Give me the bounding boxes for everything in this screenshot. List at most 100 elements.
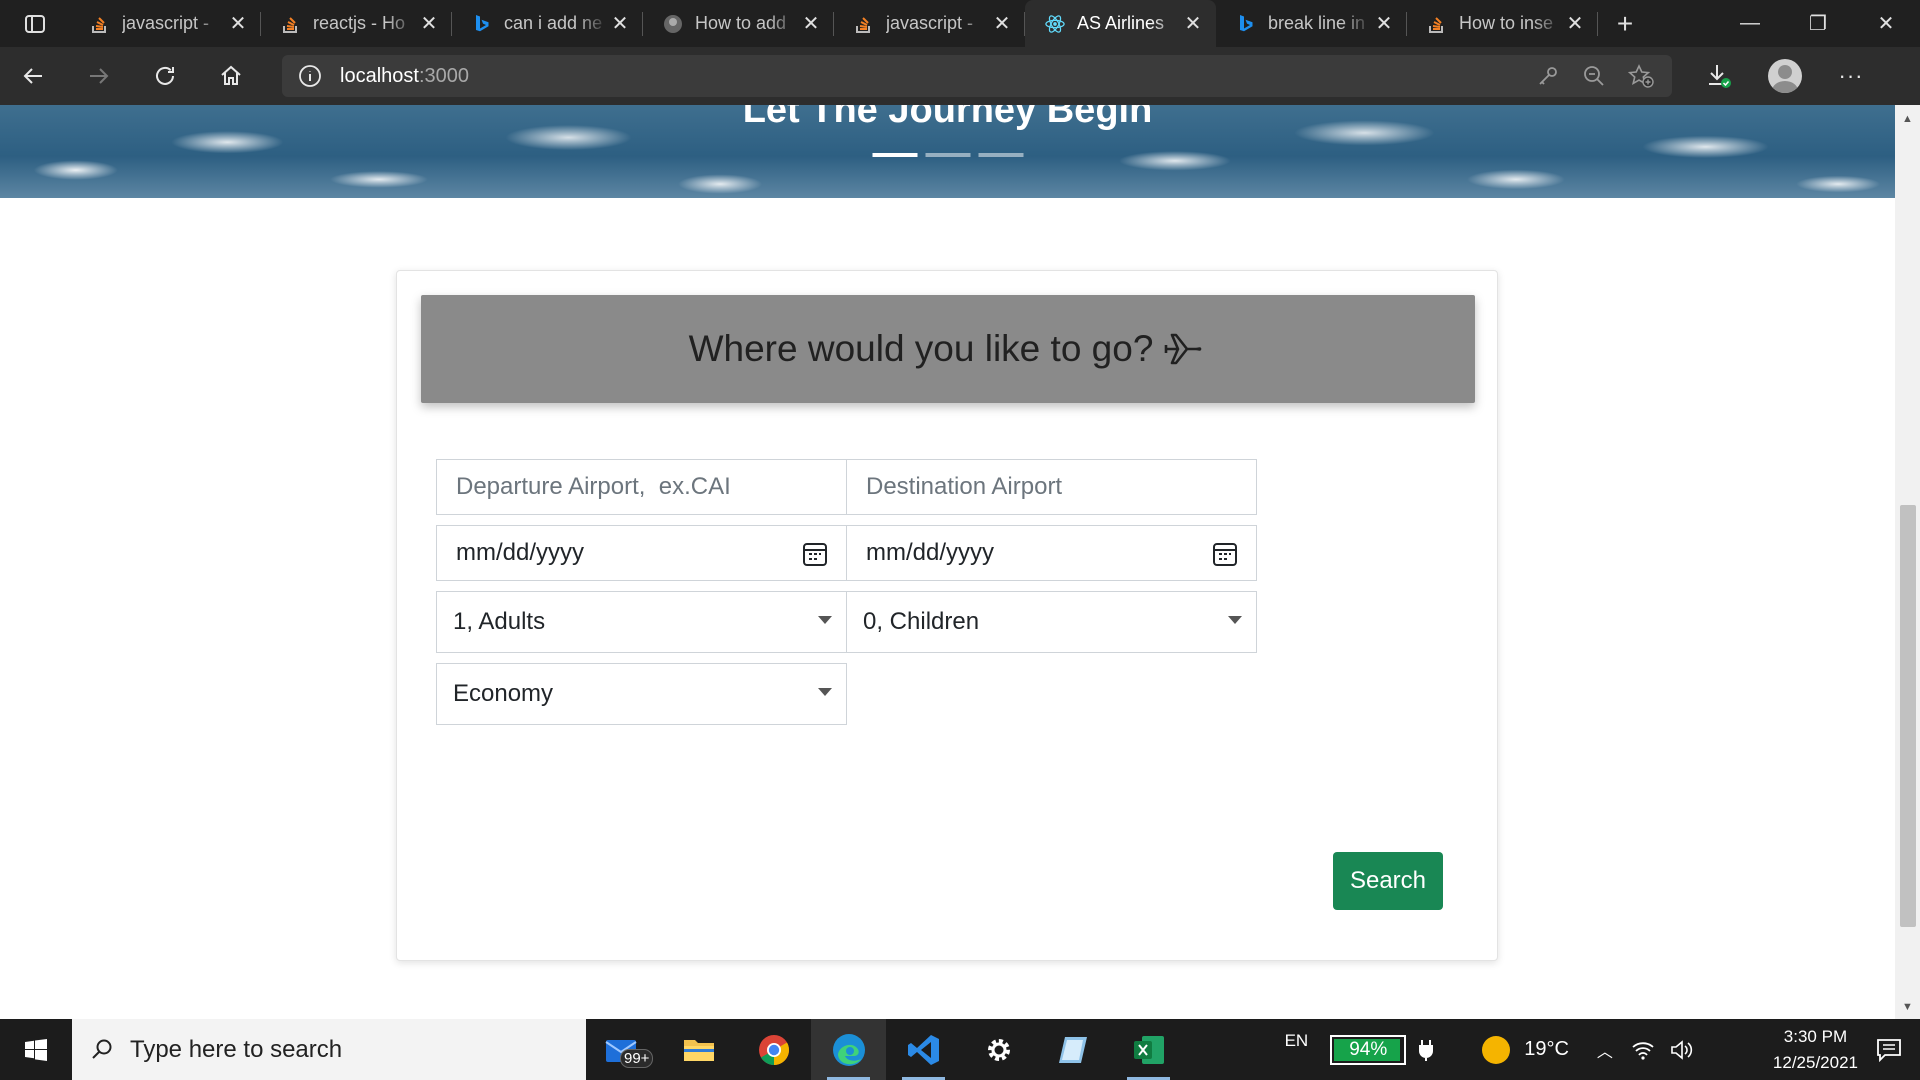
address-bar[interactable]: localhost:3000: [282, 55, 1672, 97]
scroll-up-icon[interactable]: ▲: [1895, 109, 1920, 129]
browser-tab[interactable]: javascript - ✕: [834, 0, 1025, 47]
carousel-indicators: [872, 153, 1023, 157]
departure-airport-input[interactable]: [456, 473, 846, 501]
browser-tab[interactable]: can i add ne ✕: [452, 0, 643, 47]
system-clock[interactable]: 3:30 PM 12/25/2021: [1773, 1024, 1858, 1076]
children-select[interactable]: 0, Children: [846, 591, 1257, 653]
refresh-button[interactable]: [132, 47, 198, 105]
scrollbar-thumb[interactable]: [1900, 505, 1916, 927]
calendar-icon[interactable]: [802, 541, 828, 574]
tab-title: reactjs - Ho: [313, 13, 406, 33]
booking-heading: Where would you like to go?: [688, 328, 1154, 369]
browser-tab[interactable]: How to inse ✕: [1407, 0, 1598, 47]
notification-center-button[interactable]: [1858, 1038, 1920, 1062]
calendar-icon[interactable]: [1212, 541, 1238, 574]
downloads-button[interactable]: [1686, 47, 1752, 105]
carousel-indicator[interactable]: [925, 153, 970, 157]
browser-tab[interactable]: break line in ✕: [1216, 0, 1407, 47]
settings-more-button[interactable]: ···: [1818, 47, 1884, 105]
new-tab-button[interactable]: +: [1598, 0, 1652, 47]
windows-logo-icon: [25, 1038, 47, 1061]
adults-select[interactable]: 1, Adults: [436, 591, 847, 653]
zoom-out-icon[interactable]: [1582, 64, 1606, 88]
departure-date-field[interactable]: mm/dd/yyyy: [436, 525, 847, 581]
destination-airport-field[interactable]: [846, 459, 1257, 515]
close-window-button[interactable]: ✕: [1852, 0, 1920, 47]
close-tab-icon[interactable]: ✕: [1373, 11, 1395, 36]
departure-date-input[interactable]: mm/dd/yyyy: [456, 539, 584, 567]
browser-tab[interactable]: reactjs - Ho ✕: [261, 0, 452, 47]
carousel-indicator[interactable]: [978, 153, 1023, 157]
chevron-up-icon[interactable]: ︿: [1597, 1038, 1613, 1062]
address-url[interactable]: localhost:3000: [340, 65, 469, 88]
restore-button[interactable]: ❐: [1784, 0, 1852, 47]
search-button[interactable]: Search: [1333, 852, 1443, 910]
battery-indicator[interactable]: 94%: [1330, 1034, 1407, 1065]
cabin-class-select[interactable]: Economy: [436, 663, 847, 725]
excel-icon: [1133, 1035, 1164, 1064]
notes-icon: [1058, 1036, 1087, 1063]
vscode-icon: [907, 1034, 939, 1065]
weather-temperature[interactable]: 19°C: [1524, 1038, 1569, 1061]
language-indicator[interactable]: EN: [1285, 1031, 1309, 1051]
home-button[interactable]: [198, 47, 264, 105]
browser-tab-strip: javascript - ✕ reactjs - Ho ✕ can i add …: [0, 0, 1920, 47]
close-tab-icon[interactable]: ✕: [800, 11, 822, 36]
edge-button[interactable]: [811, 1019, 886, 1080]
download-icon: [1709, 65, 1731, 88]
close-tab-icon[interactable]: ✕: [1564, 11, 1586, 36]
close-tab-icon[interactable]: ✕: [1182, 11, 1204, 36]
react-icon: [1045, 14, 1065, 34]
tab-title: break line in: [1268, 13, 1366, 33]
browser-tab[interactable]: javascript - ✕: [70, 0, 261, 47]
hero-carousel: Let The Journey Begin: [0, 105, 1895, 198]
browser-tab-active[interactable]: AS Airlines ✕: [1025, 0, 1216, 47]
browser-tab[interactable]: How to add ✕: [643, 0, 834, 47]
scroll-down-icon[interactable]: ▼: [1895, 997, 1920, 1017]
close-tab-icon[interactable]: ✕: [227, 11, 249, 36]
settings-app-button[interactable]: [961, 1019, 1036, 1080]
volume-icon[interactable]: [1669, 1039, 1693, 1061]
forward-arrow-icon: [90, 68, 109, 84]
vscode-button[interactable]: [886, 1019, 961, 1080]
page-scrollbar[interactable]: ▲ ▼: [1895, 105, 1920, 1019]
weather-sun-icon[interactable]: [1482, 1035, 1511, 1064]
departure-airport-field[interactable]: [436, 459, 847, 515]
tab-title: javascript -: [886, 13, 974, 33]
add-favorite-icon[interactable]: [1628, 64, 1654, 88]
stackoverflow-icon: [854, 14, 874, 34]
minimize-button[interactable]: —: [1716, 0, 1784, 47]
chevron-down-icon: [1228, 616, 1242, 624]
forward-button[interactable]: [66, 47, 132, 105]
battery-percent: 94%: [1349, 1038, 1388, 1060]
mail-app-button[interactable]: 99+: [586, 1019, 661, 1080]
excel-button[interactable]: [1111, 1019, 1186, 1080]
close-tab-icon[interactable]: ✕: [609, 11, 631, 36]
profile-button[interactable]: [1752, 47, 1818, 105]
start-button[interactable]: [0, 1019, 72, 1080]
notes-app-button[interactable]: [1036, 1019, 1111, 1080]
file-explorer-button[interactable]: [661, 1019, 736, 1080]
cabin-class-select-value: Economy: [453, 680, 554, 707]
taskbar-search-box[interactable]: Type here to search: [72, 1019, 586, 1080]
address-host: localhost: [340, 64, 419, 87]
close-tab-icon[interactable]: ✕: [991, 11, 1013, 36]
clock-time: 3:30 PM: [1783, 1026, 1848, 1046]
info-icon[interactable]: [298, 64, 322, 88]
window-controls: — ❐ ✕: [1716, 0, 1920, 47]
chrome-button[interactable]: [736, 1019, 811, 1080]
carousel-indicator[interactable]: [872, 153, 917, 157]
key-icon[interactable]: [1536, 64, 1560, 88]
system-tray: EN 94% 19°C ︿ 3:30 PM 12/25/2021: [1285, 1019, 1920, 1080]
tab-actions-icon: [25, 14, 45, 33]
taskbar-search-placeholder: Type here to search: [130, 1035, 343, 1063]
close-tab-icon[interactable]: ✕: [418, 11, 440, 36]
back-button[interactable]: [0, 47, 66, 105]
page-viewport: Let The Journey Begin Where would you li…: [0, 105, 1895, 1019]
return-date-input[interactable]: mm/dd/yyyy: [866, 539, 994, 567]
plus-icon: +: [1616, 7, 1634, 39]
wifi-icon[interactable]: [1631, 1039, 1655, 1061]
tab-actions-button[interactable]: [0, 0, 70, 47]
destination-airport-input[interactable]: [866, 473, 1256, 501]
return-date-field[interactable]: mm/dd/yyyy: [846, 525, 1257, 581]
